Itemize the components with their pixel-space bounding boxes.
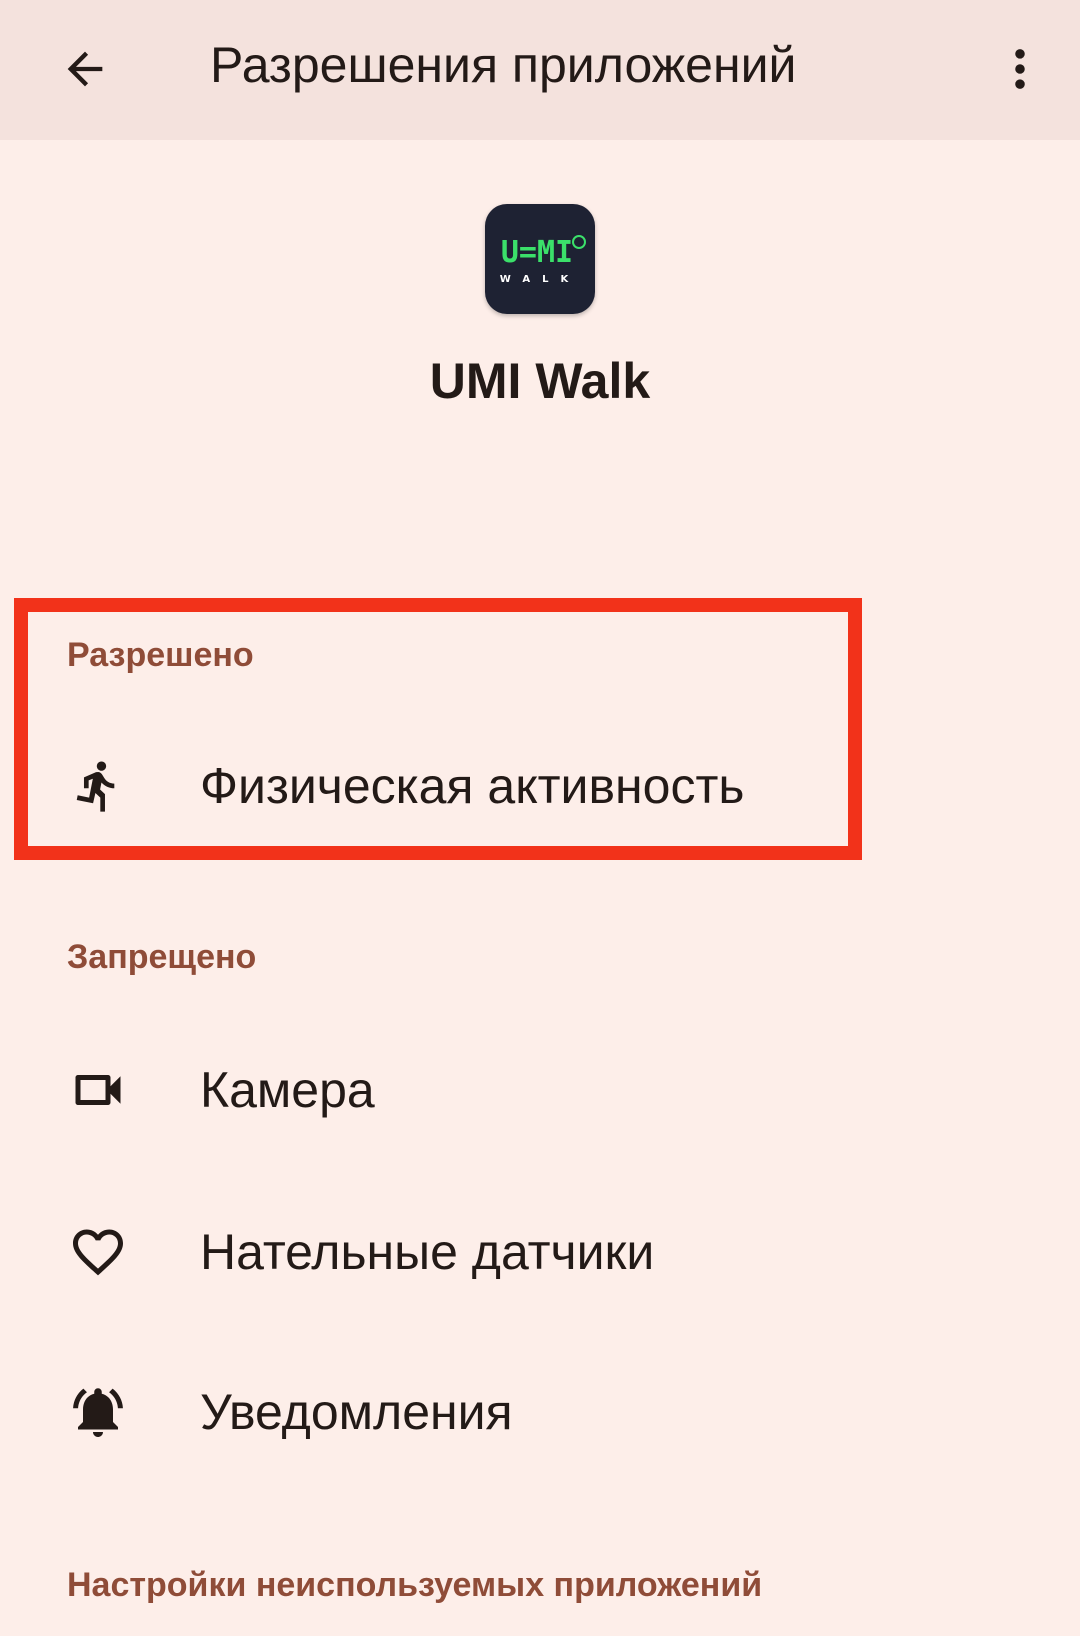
permission-item-body-sensors[interactable]: Нательные датчики [0,1192,1080,1312]
app-icon-logo-text: U=MI [501,235,573,270]
arrow-back-icon [67,51,103,87]
permission-label: Нательные датчики [200,1224,655,1280]
section-header-denied: Запрещено [67,938,257,976]
permission-label: Физическая активность [200,758,745,814]
directions-run-icon [68,756,128,816]
app-icon-subtitle-text: WALK [500,274,580,285]
section-header-unused-apps: Настройки неиспользуемых приложений [67,1566,763,1604]
permission-item-camera[interactable]: Камера [0,1030,1080,1150]
more-options-button[interactable] [975,24,1065,114]
app-bar: Разрешения приложений [0,0,1080,140]
notifications-active-icon [68,1382,128,1442]
permission-label: Уведомления [200,1384,513,1440]
more-vert-icon [1015,49,1025,89]
permission-label: Камера [200,1062,375,1118]
back-button[interactable] [40,24,130,114]
page-title: Разрешения приложений [210,37,797,93]
videocam-icon [68,1060,128,1120]
app-name: UMI Walk [429,353,651,409]
permission-item-physical-activity[interactable]: Физическая активность [0,726,1080,846]
section-header-allowed: Разрешено [67,636,254,674]
umi-walk-app-icon: U=MI WALK [485,204,595,314]
permission-item-notifications[interactable]: Уведомления [0,1352,1080,1472]
heart-icon [68,1222,128,1282]
